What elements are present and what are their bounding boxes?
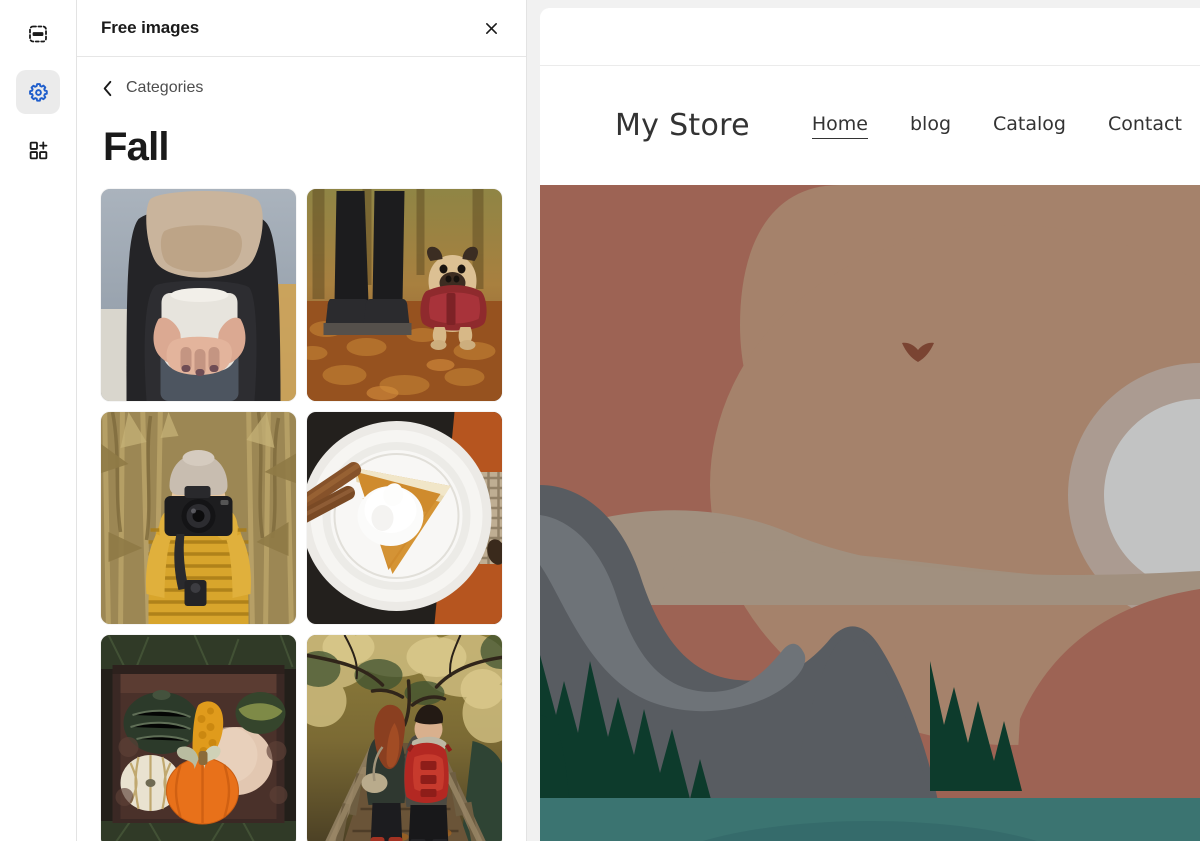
- store-logo[interactable]: My Store: [615, 108, 750, 143]
- free-images-panel: Free images Categories Fall: [77, 0, 527, 841]
- gear-icon: [27, 81, 50, 104]
- breadcrumb-label: Categories: [126, 79, 204, 96]
- theme-editor-app: Free images Categories Fall My Store Hom…: [0, 0, 1200, 841]
- store-nav: Home blog Catalog Contact: [811, 113, 1182, 139]
- image-thumbnail[interactable]: [101, 412, 296, 624]
- hikers-boardwalk-photo: [307, 635, 502, 841]
- nav-link-contact[interactable]: Contact: [1108, 113, 1182, 139]
- chevron-left-icon: [101, 80, 114, 97]
- image-thumbnail[interactable]: [101, 635, 296, 841]
- pumpkin-pie-photo: [307, 412, 502, 624]
- sidebar-item-theme-settings[interactable]: [16, 70, 60, 114]
- sidebar-item-add-block[interactable]: [16, 128, 60, 172]
- image-thumbnail[interactable]: [307, 412, 502, 624]
- close-icon[interactable]: [476, 13, 506, 43]
- store-header: My Store Home blog Catalog Contact: [540, 66, 1200, 185]
- sidebar-item-sections[interactable]: [16, 12, 60, 56]
- panel-header: Free images: [77, 0, 526, 57]
- mug-hands-photo: [101, 189, 296, 401]
- page-title: Fall: [103, 125, 170, 169]
- left-icon-rail: [0, 0, 77, 841]
- panel-title: Free images: [101, 18, 200, 37]
- nav-link-home[interactable]: Home: [811, 113, 868, 139]
- sections-icon: [26, 22, 50, 46]
- hero-banner-image[interactable]: [540, 185, 1200, 841]
- image-thumbnail[interactable]: [307, 189, 502, 401]
- breadcrumb-back-categories[interactable]: Categories: [101, 57, 502, 119]
- announcement-bar: [540, 8, 1200, 66]
- store-preview-area: My Store Home blog Catalog Contact: [527, 0, 1200, 841]
- nav-link-catalog[interactable]: Catalog: [993, 113, 1066, 139]
- add-block-icon: [27, 139, 50, 162]
- image-thumbnail[interactable]: [307, 635, 502, 841]
- photographer-cornfield-photo: [101, 412, 296, 624]
- pug-autumn-photo: [307, 189, 502, 401]
- image-thumbnail[interactable]: [101, 189, 296, 401]
- panel-body: Categories Fall: [77, 57, 526, 841]
- store-preview: My Store Home blog Catalog Contact: [540, 8, 1200, 841]
- image-grid: [101, 189, 502, 841]
- pumpkin-crate-photo: [101, 635, 296, 841]
- nav-link-blog[interactable]: blog: [910, 113, 951, 139]
